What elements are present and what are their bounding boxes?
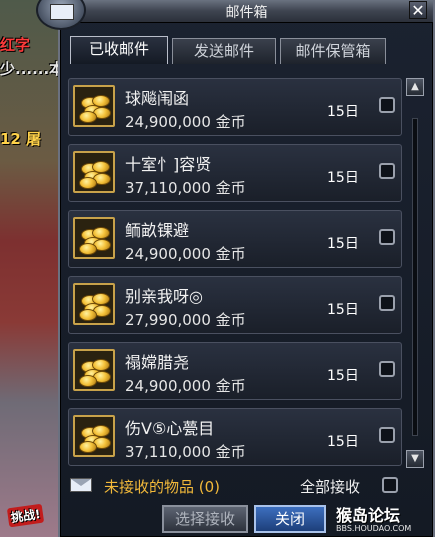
gold-coins-icon [73, 283, 115, 325]
mail-amount: 24,900,000 金币 [125, 245, 246, 263]
mail-sender: 十室忄]容贤 [125, 155, 212, 174]
mail-checkbox[interactable] [379, 163, 395, 179]
mail-checkbox[interactable] [379, 427, 395, 443]
mail-days-left: 15日 [327, 104, 359, 120]
gold-coins-icon [73, 349, 115, 391]
scene-red-text: 红字 [0, 36, 31, 54]
close-button[interactable]: 关闭 [254, 505, 326, 533]
mail-item[interactable]: 禢嫦腊尧 24,900,000 金币 15日 [68, 342, 402, 400]
title-bar[interactable]: 邮件箱 ✕ [60, 0, 433, 23]
gold-coins-icon [73, 85, 115, 127]
mail-checkbox[interactable] [379, 97, 395, 113]
scene-white-text: 少......本 [0, 60, 65, 78]
forum-watermark-url: BBS.HOUDAO.COM [336, 524, 412, 533]
mail-amount: 37,110,000 金币 [125, 443, 246, 461]
mail-days-left: 15日 [327, 302, 359, 318]
gold-coins-icon [73, 151, 115, 193]
mail-item[interactable]: 伤V⑤心甍目 37,110,000 金币 15日 [68, 408, 402, 466]
mail-list-scrollbar[interactable]: ▲ ▼ [406, 78, 424, 468]
unreceived-items-label: 未接收的物品 (0) [104, 478, 221, 496]
close-icon[interactable]: ✕ [409, 1, 427, 20]
mailbox-window: 邮件箱 ✕ 已收邮件 发送邮件 邮件保管箱 球飚闱函 24,900,000 金币… [36, 0, 435, 537]
mail-sender: 鲕畝锞避 [125, 221, 190, 240]
receive-all-checkbox[interactable] [382, 477, 398, 493]
mail-days-left: 15日 [327, 368, 359, 384]
mail-amount: 24,900,000 金币 [125, 113, 246, 131]
mail-sender: 球飚闱函 [125, 89, 190, 108]
mail-amount: 27,990,000 金币 [125, 311, 246, 329]
mail-sender: 禢嫦腊尧 [125, 353, 190, 372]
mail-item[interactable]: 鲕畝锞避 24,900,000 金币 15日 [68, 210, 402, 268]
mail-checkbox[interactable] [379, 229, 395, 245]
mail-days-left: 15日 [327, 236, 359, 252]
mail-days-left: 15日 [327, 434, 359, 450]
mail-item[interactable]: 别亲我呀◎ 27,990,000 金币 15日 [68, 276, 402, 334]
mail-days-left: 15日 [327, 170, 359, 186]
forum-watermark: 猴岛论坛 [336, 506, 401, 525]
receive-all-label: 全部接收 [300, 478, 361, 496]
tab-mail-storage[interactable]: 邮件保管箱 [280, 38, 386, 64]
mail-checkbox[interactable] [379, 295, 395, 311]
select-receive-button[interactable]: 选择接收 [162, 505, 248, 533]
window-title: 邮件箱 [225, 5, 268, 21]
mail-item[interactable]: 球飚闱函 24,900,000 金币 15日 [68, 78, 402, 136]
gold-coins-icon [73, 415, 115, 457]
tab-received-mail[interactable]: 已收邮件 [70, 36, 168, 64]
mail-list: 球飚闱函 24,900,000 金币 15日 十室忄]容贤 37,110,000… [68, 78, 402, 466]
mail-item[interactable]: 十室忄]容贤 37,110,000 金币 15日 [68, 144, 402, 202]
gold-coins-icon [73, 217, 115, 259]
scroll-up-icon[interactable]: ▲ [406, 78, 424, 96]
scroll-down-icon[interactable]: ▼ [406, 450, 424, 468]
mail-amount: 24,900,000 金币 [125, 377, 246, 395]
scene-yellow-text: 12 屠 [0, 130, 42, 148]
mail-amount: 37,110,000 金币 [125, 179, 246, 197]
mailbox-footer: 未接收的物品 (0) 全部接收 [68, 474, 428, 498]
scroll-track[interactable] [412, 118, 418, 436]
mail-sender: 伤V⑤心甍目 [125, 419, 215, 438]
mail-checkbox[interactable] [379, 361, 395, 377]
tab-sent-mail[interactable]: 发送邮件 [172, 38, 276, 64]
envelope-icon [70, 478, 92, 492]
mail-sender: 别亲我呀◎ [125, 287, 203, 306]
